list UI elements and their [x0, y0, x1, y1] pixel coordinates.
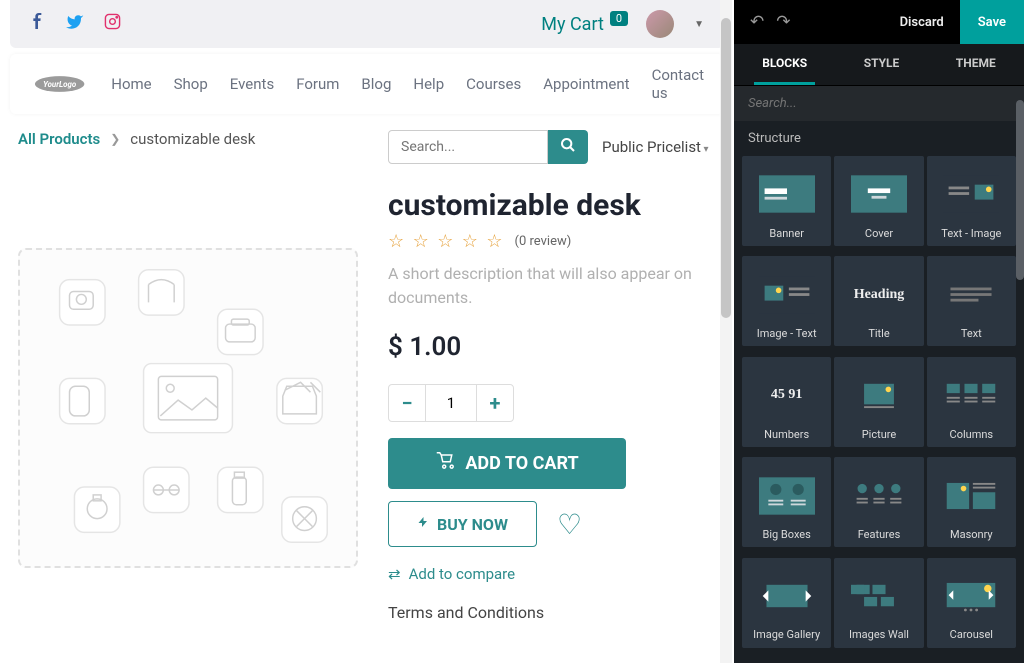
- undo-redo-group: ↶ ↷: [734, 8, 807, 36]
- right-column: Public Pricelist customizable desk ☆ ☆ ☆…: [388, 130, 716, 622]
- qty-decrease-button[interactable]: −: [388, 384, 426, 422]
- user-avatar[interactable]: [646, 10, 674, 38]
- nav-forum[interactable]: Forum: [296, 75, 339, 93]
- editor-scrollbar[interactable]: [1016, 100, 1024, 280]
- site-logo[interactable]: YourLogo: [30, 66, 89, 102]
- tab-theme[interactable]: THEME: [948, 44, 1004, 85]
- buy-now-button[interactable]: BUY NOW: [388, 501, 537, 547]
- terms-link[interactable]: Terms and Conditions: [388, 603, 716, 622]
- block-masonry[interactable]: Masonry: [927, 457, 1016, 547]
- cart-area: My Cart 0 ▼: [541, 10, 704, 38]
- product-content: All Products ❯ customizable desk: [0, 114, 734, 638]
- add-to-cart-label: ADD TO CART: [465, 453, 578, 474]
- review-count: (0 review): [515, 234, 572, 249]
- block-text[interactable]: Text: [927, 256, 1016, 346]
- compare-icon: ⇄: [388, 565, 401, 583]
- compare-link[interactable]: ⇄ Add to compare: [388, 565, 716, 583]
- block-numbers[interactable]: 45 91Numbers: [742, 357, 831, 447]
- tab-blocks[interactable]: BLOCKS: [754, 44, 815, 85]
- left-column: All Products ❯ customizable desk: [18, 130, 358, 622]
- editor-panel: ↶ ↷ Discard Save BLOCKS STYLE THEME Stru…: [734, 0, 1024, 663]
- block-carousel[interactable]: Carousel: [927, 558, 1016, 648]
- breadcrumb-root[interactable]: All Products: [18, 130, 100, 148]
- block-title[interactable]: HeadingTitle: [834, 256, 923, 346]
- cart-count-badge: 0: [610, 11, 628, 26]
- nav-courses[interactable]: Courses: [466, 75, 521, 93]
- block-images-wall[interactable]: Images Wall: [834, 558, 923, 648]
- tab-style[interactable]: STYLE: [856, 44, 908, 85]
- block-text-image[interactable]: Text - Image: [927, 156, 1016, 246]
- blocks-grid: Banner Cover Text - Image Image - Text H…: [734, 156, 1024, 663]
- top-actions: Discard Save: [884, 0, 1024, 44]
- block-picture[interactable]: Picture: [834, 357, 923, 447]
- star-rating[interactable]: ☆ ☆ ☆ ☆ ☆: [388, 231, 505, 252]
- block-search-input[interactable]: [748, 96, 1010, 111]
- twitter-icon[interactable]: [66, 13, 84, 36]
- editor-topbar: ↶ ↷ Discard Save: [734, 0, 1024, 44]
- cart-icon: [435, 452, 455, 475]
- svg-text:YourLogo: YourLogo: [43, 80, 77, 89]
- search-row: Public Pricelist: [388, 130, 716, 164]
- section-structure: Structure: [734, 121, 1024, 156]
- buy-now-label: BUY NOW: [437, 515, 508, 534]
- avatar-caret-icon[interactable]: ▼: [694, 19, 704, 30]
- social-links: [30, 13, 121, 36]
- product-price: $ 1.00: [388, 332, 716, 362]
- pricelist-dropdown[interactable]: Public Pricelist: [602, 138, 708, 156]
- nav-shop[interactable]: Shop: [174, 75, 208, 93]
- preview-scrollbar[interactable]: [720, 0, 732, 663]
- facebook-icon[interactable]: [30, 13, 46, 36]
- block-banner[interactable]: Banner: [742, 156, 831, 246]
- rating-row: ☆ ☆ ☆ ☆ ☆ (0 review): [388, 231, 716, 252]
- block-cover[interactable]: Cover: [834, 156, 923, 246]
- breadcrumb: All Products ❯ customizable desk: [18, 130, 358, 148]
- nav-contact[interactable]: Contact us: [652, 66, 704, 102]
- block-image-gallery[interactable]: Image Gallery: [742, 558, 831, 648]
- nav-home[interactable]: Home: [111, 75, 151, 93]
- block-big-boxes[interactable]: Big Boxes: [742, 457, 831, 547]
- breadcrumb-current: customizable desk: [130, 130, 255, 148]
- main-nav: YourLogo Home Shop Events Forum Blog Hel…: [10, 54, 724, 114]
- chevron-right-icon: ❯: [110, 132, 120, 146]
- nav-events[interactable]: Events: [230, 75, 274, 93]
- block-image-text[interactable]: Image - Text: [742, 256, 831, 346]
- editor-tabs: BLOCKS STYLE THEME: [734, 44, 1024, 86]
- block-features[interactable]: Features: [834, 457, 923, 547]
- redo-icon[interactable]: ↷: [772, 8, 794, 36]
- buy-row: BUY NOW ♡: [388, 501, 716, 547]
- compare-label: Add to compare: [409, 565, 516, 583]
- product-image-placeholder[interactable]: [18, 248, 358, 568]
- block-search: [734, 86, 1024, 121]
- nav-appointment[interactable]: Appointment: [543, 75, 629, 93]
- product-title[interactable]: customizable desk: [388, 188, 716, 223]
- short-description[interactable]: A short description that will also appea…: [388, 262, 698, 310]
- instagram-icon[interactable]: [104, 13, 121, 36]
- search-box: [388, 130, 588, 164]
- bolt-icon: [417, 514, 429, 534]
- wishlist-icon[interactable]: ♡: [557, 508, 582, 541]
- qty-input[interactable]: [426, 384, 476, 422]
- cart-link[interactable]: My Cart 0: [541, 14, 628, 35]
- qty-increase-button[interactable]: +: [476, 384, 514, 422]
- undo-icon[interactable]: ↶: [746, 8, 768, 36]
- product-search-input[interactable]: [388, 130, 548, 164]
- save-button[interactable]: Save: [960, 0, 1024, 44]
- website-preview: My Cart 0 ▼ YourLogo Home Shop Events Fo…: [0, 0, 734, 663]
- nav-help[interactable]: Help: [413, 75, 444, 93]
- top-bar: My Cart 0 ▼: [10, 0, 724, 48]
- search-button[interactable]: [548, 130, 588, 164]
- block-columns[interactable]: Columns: [927, 357, 1016, 447]
- nav-blog[interactable]: Blog: [361, 75, 391, 93]
- add-to-cart-button[interactable]: ADD TO CART: [388, 438, 626, 489]
- cart-label: My Cart: [541, 14, 604, 35]
- quantity-selector: − +: [388, 384, 716, 422]
- discard-button[interactable]: Discard: [884, 0, 960, 44]
